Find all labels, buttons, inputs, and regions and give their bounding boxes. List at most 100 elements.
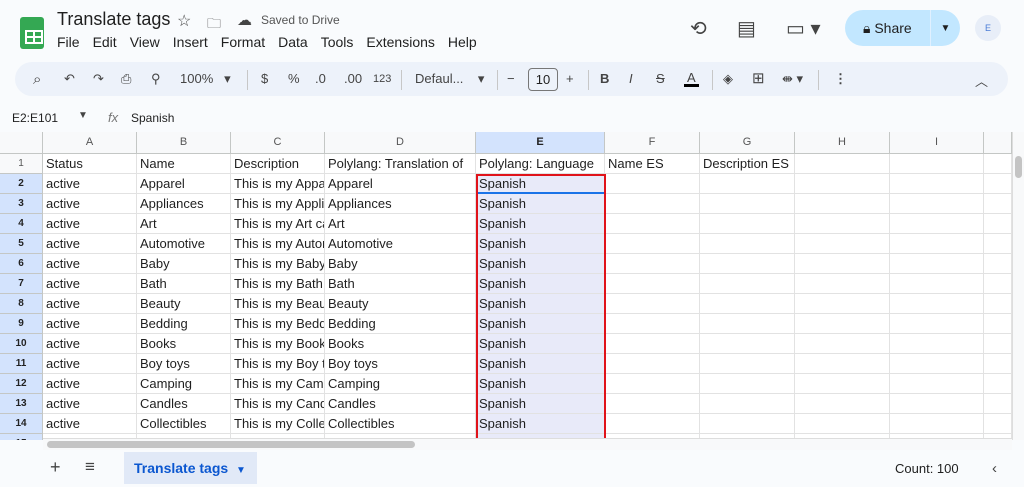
borders-icon[interactable]: ⊞ [752, 69, 765, 87]
merge-cells-icon[interactable]: ⇼ ▾ [782, 71, 803, 87]
row-header-5[interactable]: 5 [0, 234, 43, 254]
table-cell[interactable]: Appliances [325, 194, 476, 214]
table-cell[interactable]: This is my Beddi [231, 314, 325, 334]
table-cell[interactable]: Spanish [476, 234, 605, 254]
table-cell[interactable] [795, 294, 890, 314]
table-cell[interactable]: This is my Art ca [231, 214, 325, 234]
row-header-2[interactable]: 2 [0, 174, 43, 194]
row-header-15[interactable]: 15 [0, 434, 43, 440]
table-cell[interactable]: This is my Baby [231, 254, 325, 274]
table-cell[interactable]: active [43, 314, 137, 334]
header-cell[interactable] [795, 154, 890, 174]
font-select[interactable]: Defaul... ▾ [415, 71, 484, 87]
select-all-corner[interactable] [0, 132, 43, 154]
table-cell[interactable] [605, 394, 700, 414]
table-cell[interactable] [890, 354, 984, 374]
column-header-a[interactable]: A [43, 132, 137, 154]
table-cell[interactable] [700, 294, 795, 314]
currency-button[interactable]: $ [261, 71, 268, 86]
table-cell[interactable]: Spanish [476, 294, 605, 314]
cell[interactable] [984, 154, 1012, 174]
table-cell[interactable]: Apparel [137, 174, 231, 194]
row-header-4[interactable]: 4 [0, 214, 43, 234]
sheets-logo[interactable] [20, 17, 44, 49]
menu-edit[interactable]: Edit [93, 34, 117, 50]
table-cell[interactable]: Bedding [325, 314, 476, 334]
table-cell[interactable] [795, 354, 890, 374]
more-options-icon[interactable]: ⋮ [834, 71, 847, 87]
table-cell[interactable]: active [43, 374, 137, 394]
table-cell[interactable] [605, 214, 700, 234]
percent-button[interactable]: % [288, 71, 300, 86]
menu-extensions[interactable]: Extensions [366, 34, 434, 50]
table-cell[interactable] [700, 394, 795, 414]
menu-insert[interactable]: Insert [173, 34, 208, 50]
table-cell[interactable]: Spanish [476, 394, 605, 414]
table-cell[interactable] [890, 214, 984, 234]
redo-icon[interactable]: ↷ [93, 71, 104, 87]
table-cell[interactable] [795, 234, 890, 254]
table-cell[interactable]: Automotive [137, 234, 231, 254]
table-cell[interactable] [984, 414, 1012, 434]
column-header-i[interactable]: I [890, 132, 984, 154]
table-cell[interactable] [890, 274, 984, 294]
add-sheet-icon[interactable]: + [50, 457, 61, 478]
header-cell[interactable]: Name [137, 154, 231, 174]
collapse-toolbar-icon[interactable]: ︿ [975, 71, 988, 90]
menu-tools[interactable]: Tools [321, 34, 354, 50]
table-cell[interactable]: This is my Camp [231, 374, 325, 394]
table-cell[interactable]: Candles [137, 394, 231, 414]
row-header-13[interactable]: 13 [0, 394, 43, 414]
decrease-decimal-button[interactable]: .0 [315, 71, 326, 86]
header-cell[interactable]: Name ES [605, 154, 700, 174]
table-cell[interactable] [700, 254, 795, 274]
table-cell[interactable] [605, 294, 700, 314]
header-cell[interactable]: Polylang: Translation of [325, 154, 476, 174]
spreadsheet-grid[interactable]: A B C D E F G H I 1 Status Name Description Polylang:… [0, 132, 1012, 440]
table-cell[interactable] [984, 354, 1012, 374]
table-cell[interactable]: active [43, 334, 137, 354]
comments-icon[interactable]: ▤ [737, 16, 756, 41]
table-cell[interactable]: This is my Collec [231, 414, 325, 434]
row-header-3[interactable]: 3 [0, 194, 43, 214]
vertical-scroll-thumb[interactable] [1015, 156, 1022, 178]
name-box[interactable]: E2:E101 [12, 111, 58, 125]
table-cell[interactable]: Appliances [137, 194, 231, 214]
table-cell[interactable]: Spanish [476, 334, 605, 354]
table-cell[interactable]: active [43, 194, 137, 214]
table-cell[interactable] [700, 374, 795, 394]
table-cell[interactable]: active [43, 294, 137, 314]
table-cell[interactable]: This is my Applia [231, 194, 325, 214]
column-header-g[interactable]: G [700, 132, 795, 154]
table-cell[interactable] [700, 274, 795, 294]
table-cell[interactable] [605, 334, 700, 354]
table-cell[interactable] [700, 214, 795, 234]
table-cell[interactable] [605, 234, 700, 254]
number-format-button[interactable]: 123 [373, 73, 391, 85]
table-cell[interactable]: Boy toys [137, 354, 231, 374]
table-cell[interactable] [984, 294, 1012, 314]
table-cell[interactable] [984, 234, 1012, 254]
print-icon[interactable]: ⎙ [121, 71, 131, 87]
all-sheets-icon[interactable]: ≡ [85, 457, 95, 477]
table-cell[interactable] [700, 174, 795, 194]
star-icon[interactable]: ☆ [177, 11, 191, 31]
row-header-7[interactable]: 7 [0, 274, 43, 294]
table-cell[interactable] [890, 394, 984, 414]
table-cell[interactable] [890, 234, 984, 254]
table-cell[interactable] [984, 394, 1012, 414]
fill-color-icon[interactable]: ◈ [723, 71, 733, 87]
table-cell[interactable]: This is my Auton [231, 234, 325, 254]
table-cell[interactable]: This is my Bath c [231, 274, 325, 294]
table-cell[interactable] [795, 334, 890, 354]
table-cell[interactable]: Apparel [325, 174, 476, 194]
selection-count[interactable]: Count: 100 [895, 461, 959, 476]
table-cell[interactable]: Bath [137, 274, 231, 294]
table-cell[interactable]: Baby [325, 254, 476, 274]
column-header-b[interactable]: B [137, 132, 231, 154]
table-cell[interactable]: Spanish [476, 314, 605, 334]
table-cell[interactable] [700, 234, 795, 254]
table-cell[interactable]: active [43, 254, 137, 274]
table-cell[interactable]: active [43, 174, 137, 194]
table-cell[interactable]: Automotive [325, 234, 476, 254]
